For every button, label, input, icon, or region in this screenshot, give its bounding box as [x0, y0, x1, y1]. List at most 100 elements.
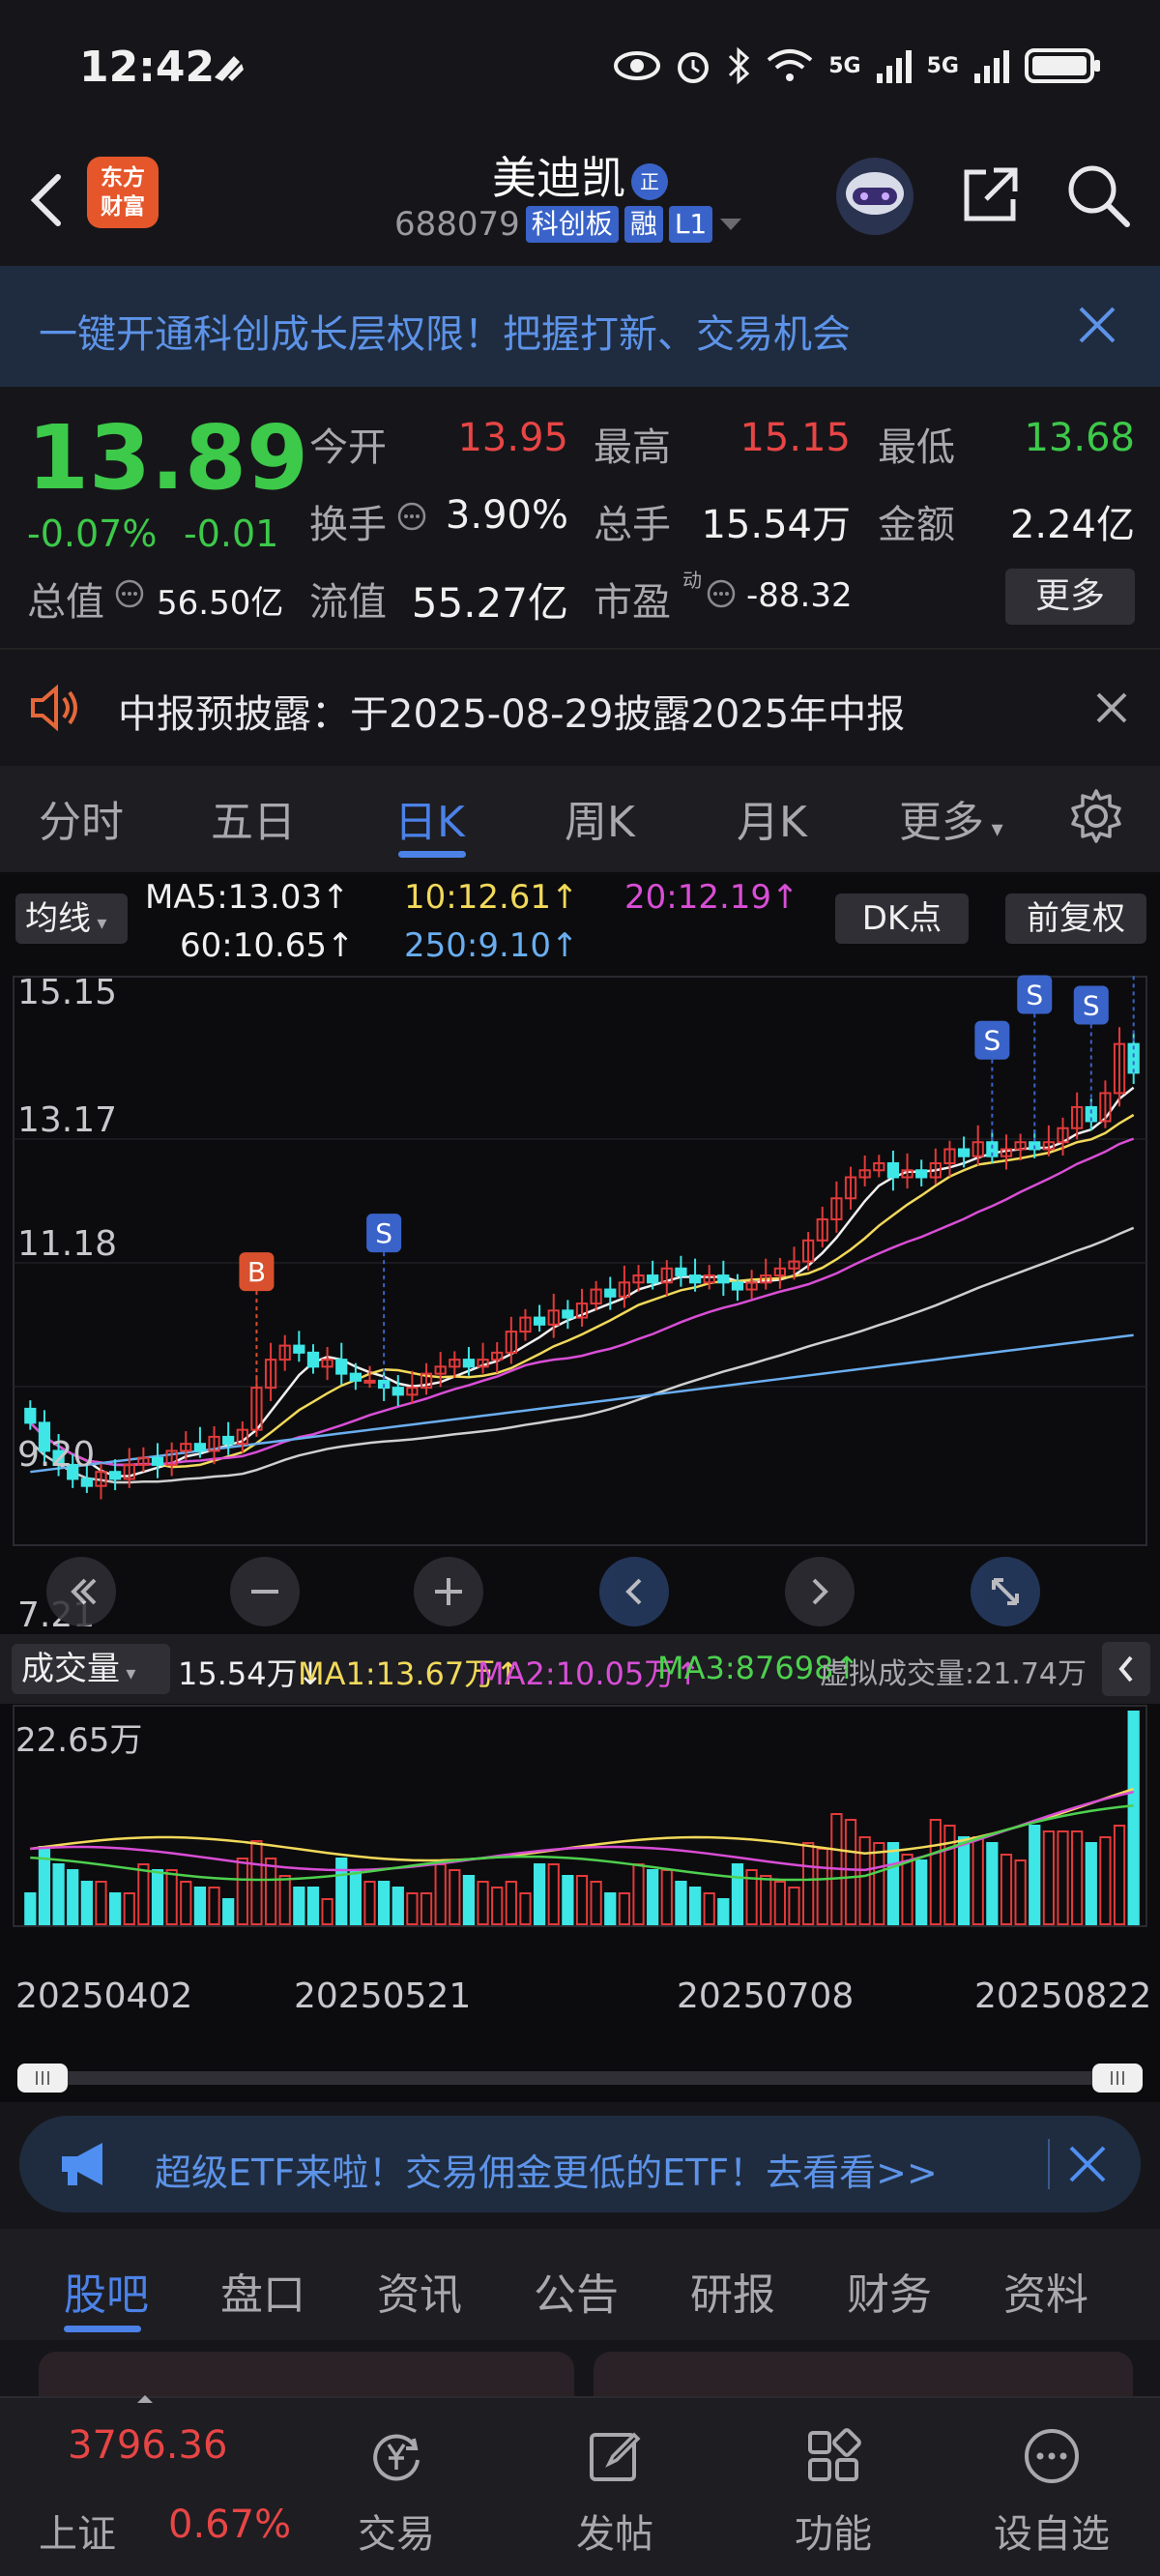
- volume-bar: [449, 1869, 461, 1925]
- volume-bar: [788, 1887, 800, 1925]
- turnover-value: 3.90%: [445, 493, 568, 538]
- candle: [731, 1281, 744, 1291]
- bottom-nav: 3796.36 上证 0.67% 交易 发帖 功能 设自选: [0, 2395, 1160, 2576]
- tab-financials[interactable]: 财务: [847, 2260, 932, 2322]
- price-axis-3: 11.18: [17, 1224, 118, 1264]
- verify-badge: 正: [631, 162, 668, 200]
- tab-weekly-k[interactable]: 周K: [565, 787, 635, 849]
- volume-bar: [760, 1875, 772, 1925]
- zoom-out-button[interactable]: [230, 1557, 300, 1626]
- nav-post-label: 发帖: [576, 2512, 653, 2557]
- nav-functions[interactable]: 功能: [737, 2398, 930, 2576]
- search-button[interactable]: [1063, 161, 1133, 230]
- volume-bar: [688, 1887, 702, 1925]
- open-value: 13.95: [457, 416, 568, 460]
- volume-bar: [406, 1892, 419, 1925]
- high-label: 最高: [594, 425, 671, 470]
- robot-assistant-icon[interactable]: [833, 155, 916, 238]
- nav-trade[interactable]: 交易: [300, 2398, 493, 2576]
- adjust-mode-button[interactable]: 前复权: [1005, 893, 1146, 944]
- date-label-4: 20250822: [974, 1976, 1152, 2016]
- signal-marker-label: S: [1083, 989, 1100, 1021]
- banner-close-button[interactable]: [1073, 301, 1121, 349]
- scroll-right-button[interactable]: [785, 1557, 855, 1626]
- info-icon[interactable]: [114, 578, 145, 609]
- tab-more[interactable]: 更多 ▾: [899, 787, 1003, 849]
- stock-header: 东方 财富 美迪凯正 688079 科创板 融 L1: [0, 135, 1160, 261]
- range-handle-left[interactable]: [17, 2064, 68, 2093]
- notice-close-button[interactable]: [1092, 688, 1131, 727]
- candle: [349, 1372, 362, 1382]
- scroll-start-button[interactable]: [46, 1557, 116, 1626]
- tab-profile[interactable]: 资料: [1003, 2260, 1088, 2322]
- tab-news[interactable]: 资讯: [377, 2260, 462, 2322]
- search-icon: [1068, 165, 1130, 227]
- tab-research[interactable]: 研报: [690, 2260, 775, 2322]
- info-icon[interactable]: [396, 501, 427, 532]
- collapse-indicator-button[interactable]: [1102, 1642, 1150, 1696]
- kline-chart-area[interactable]: 均线 ▾ MA5:13.03↑ 10:12.61↑ 20:12.19↑ 60:1…: [0, 872, 1160, 2052]
- volume-bar: [873, 1842, 885, 1925]
- index-name[interactable]: 上证: [39, 2503, 116, 2559]
- nav-watchlist[interactable]: 设自选: [955, 2398, 1148, 2576]
- share-button[interactable]: [957, 161, 1025, 228]
- volume-bar: [1057, 1830, 1069, 1925]
- ma-line: [29, 1086, 1135, 1478]
- volume-bar: [703, 1892, 715, 1925]
- index-change[interactable]: 0.67%: [168, 2503, 291, 2547]
- expand-up-icon[interactable]: [135, 2390, 155, 2403]
- volume-legend-bar: 成交量 ▾ 15.54万↓ MA1:13.67万↑ MA2:10.05万↑ MA…: [0, 1634, 1160, 1704]
- active-tab-indicator: [398, 851, 466, 858]
- range-handle-right[interactable]: [1092, 2064, 1143, 2093]
- volume-bar: [420, 1892, 433, 1925]
- volume-bar: [647, 1869, 659, 1925]
- volume-bar: [1029, 1825, 1041, 1925]
- tab-daily-k[interactable]: 日K: [394, 787, 465, 849]
- pe-dynamic-mark: 动: [682, 569, 702, 592]
- volume-bar: [972, 1836, 984, 1925]
- signal-marker-label: B: [247, 1256, 266, 1288]
- nav-functions-label: 功能: [795, 2512, 872, 2557]
- tab-announcements[interactable]: 公告: [534, 2260, 619, 2322]
- tab-forum[interactable]: 股吧: [64, 2260, 149, 2322]
- promo-banner[interactable]: 一键开通科创成长层权限！把握打新、交易机会: [0, 266, 1160, 387]
- notice-bar[interactable]: 中报预披露：于2025-08-29披露2025年中报: [0, 648, 1160, 762]
- zoom-in-button[interactable]: [414, 1557, 483, 1626]
- nav-trade-label: 交易: [358, 2512, 435, 2557]
- dk-point-button[interactable]: DK点: [835, 893, 969, 944]
- volume-bar: [95, 1881, 107, 1925]
- stock-subtitle[interactable]: 688079 科创板 融 L1: [394, 205, 743, 244]
- tab-intraday[interactable]: 分时: [39, 787, 124, 849]
- ma-selector[interactable]: 均线 ▾: [15, 893, 128, 944]
- volume-bar: [208, 1887, 220, 1925]
- expand-icon: [992, 1578, 1019, 1605]
- share-icon: [964, 167, 1018, 221]
- scroll-left-button[interactable]: [599, 1557, 669, 1626]
- more-quote-button[interactable]: 更多: [1005, 569, 1135, 625]
- volume-bar: [816, 1848, 828, 1925]
- status-bar: 12:42 5G 5G: [0, 0, 1160, 135]
- nav-post[interactable]: 发帖: [518, 2398, 711, 2576]
- board-tag: 科创板: [525, 206, 619, 243]
- tab-monthly-k[interactable]: 月K: [737, 787, 807, 849]
- tab-order-book[interactable]: 盘口: [220, 2260, 305, 2322]
- close-icon: [1079, 307, 1116, 343]
- fullscreen-button[interactable]: [971, 1557, 1040, 1626]
- chart-settings-button[interactable]: [1067, 787, 1125, 845]
- volume-bar: [731, 1863, 744, 1925]
- volume-selector[interactable]: 成交量 ▾: [12, 1644, 170, 1694]
- etf-ad-banner[interactable]: 超级ETF来啦！交易佣金更低的ETF！去看看>>: [19, 2116, 1141, 2212]
- volume-bar: [675, 1881, 687, 1925]
- ad-close-button[interactable]: [1063, 2140, 1112, 2188]
- candle: [957, 1148, 971, 1157]
- tab-five-day[interactable]: 五日: [211, 787, 296, 849]
- info-icon[interactable]: [706, 578, 737, 609]
- double-chevron-left-icon: [71, 1578, 97, 1605]
- volume-bar: [293, 1887, 305, 1925]
- yen-cycle-icon: [373, 2434, 420, 2481]
- range-slider[interactable]: [0, 2052, 1160, 2102]
- ad-text: 超级ETF来啦！交易佣金更低的ETF！去看看>>: [155, 2152, 938, 2194]
- index-value[interactable]: 3796.36: [68, 2423, 227, 2468]
- volume-bar: [858, 1836, 871, 1925]
- battery-icon: [1025, 48, 1100, 83]
